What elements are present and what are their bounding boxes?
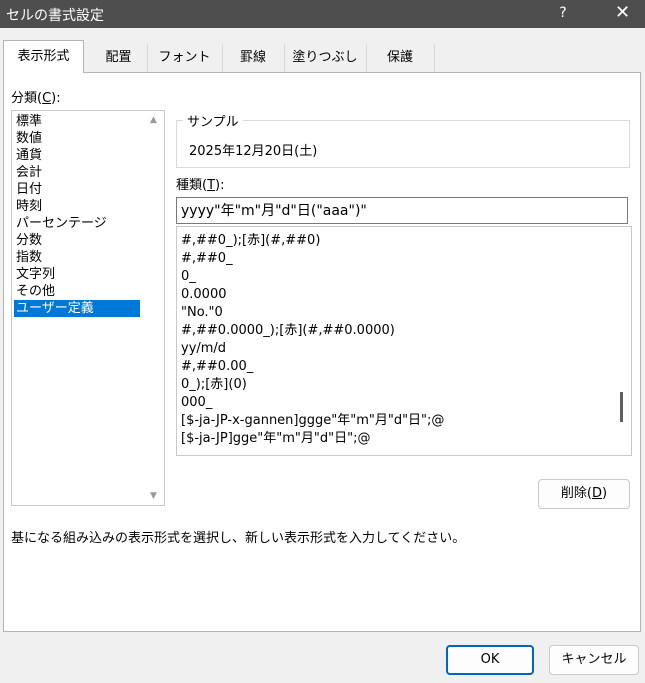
format-item[interactable]: #,##0_);[赤](#,##0) (181, 232, 320, 250)
close-button[interactable]: ✕ (600, 0, 645, 28)
delete-button[interactable]: 削除(D) (538, 479, 630, 509)
category-scrollbar[interactable]: ▲ ▼ (147, 111, 164, 505)
title-bar: セルの書式設定 ? ✕ (0, 0, 645, 28)
type-label: 種類(T): (176, 178, 225, 193)
format-item[interactable]: [$-ja-JP]gge"年"m"月"d"日";@ (181, 430, 370, 448)
cancel-button[interactable]: キャンセル (549, 645, 639, 675)
category-item[interactable]: 通貨 (14, 147, 44, 164)
format-item[interactable]: 0_);[赤](0) (181, 376, 247, 394)
scroll-down-icon[interactable]: ▼ (150, 491, 157, 501)
tab-protection[interactable]: 保護 (366, 44, 435, 72)
sample-value: 2025年12月20日(土) (189, 144, 318, 159)
category-item[interactable]: 文字列 (14, 266, 57, 283)
window-title: セルの書式設定 (6, 8, 104, 24)
type-input[interactable]: yyyy"年"m"月"d"日("aaa")" (176, 197, 628, 224)
category-list[interactable]: 標準 数値 通貨 会計 日付 時刻 パーセンテージ 分数 指数 文字列 その他 … (11, 110, 165, 506)
format-item[interactable]: 0_ (181, 268, 196, 286)
tab-number-format[interactable]: 表示形式 (3, 40, 84, 73)
format-list[interactable]: #,##0_);[赤](#,##0) #,##0_ 0_ 0.0000 "No.… (176, 226, 632, 456)
hint-text: 基になる組み込みの表示形式を選択し、新しい表示形式を入力してください。 (11, 531, 466, 546)
tab-fill[interactable]: 塗りつぶし (284, 44, 367, 72)
category-item[interactable]: 指数 (14, 249, 44, 266)
format-list-scroll-thumb[interactable] (620, 392, 623, 422)
category-item[interactable]: 数値 (14, 130, 44, 147)
category-item[interactable]: パーセンテージ (14, 215, 109, 232)
tab-font[interactable]: フォント (147, 44, 223, 72)
format-item[interactable]: #,##0.0000_);[赤](#,##0.0000) (181, 322, 395, 340)
scroll-up-icon[interactable]: ▲ (150, 115, 157, 125)
ok-button[interactable]: OK (446, 645, 534, 675)
category-item-selected[interactable]: ユーザー定義 (14, 300, 140, 317)
help-button[interactable]: ? (548, 0, 578, 28)
category-item[interactable]: 標準 (14, 113, 44, 130)
format-item[interactable]: [$-ja-JP-x-gannen]ggge"年"m"月"d"日";@ (181, 412, 444, 430)
format-item[interactable]: yy/m/d (181, 340, 226, 358)
format-item[interactable]: #,##0.00_ (181, 358, 253, 376)
sample-label: サンプル (183, 111, 243, 130)
format-item[interactable]: 000_ (181, 394, 212, 412)
category-item[interactable]: 分数 (14, 232, 44, 249)
tab-alignment[interactable]: 配置 (90, 44, 148, 72)
category-item[interactable]: 会計 (14, 164, 44, 181)
format-item[interactable]: "No."0 (181, 304, 223, 322)
category-item[interactable]: 日付 (14, 181, 44, 198)
category-item[interactable]: その他 (14, 283, 57, 300)
format-item[interactable]: #,##0_ (181, 250, 233, 268)
category-item[interactable]: 時刻 (14, 198, 44, 215)
tab-border[interactable]: 罫線 (222, 44, 285, 72)
category-label: 分類(C): (11, 91, 61, 106)
format-item[interactable]: 0.0000 (181, 286, 227, 304)
